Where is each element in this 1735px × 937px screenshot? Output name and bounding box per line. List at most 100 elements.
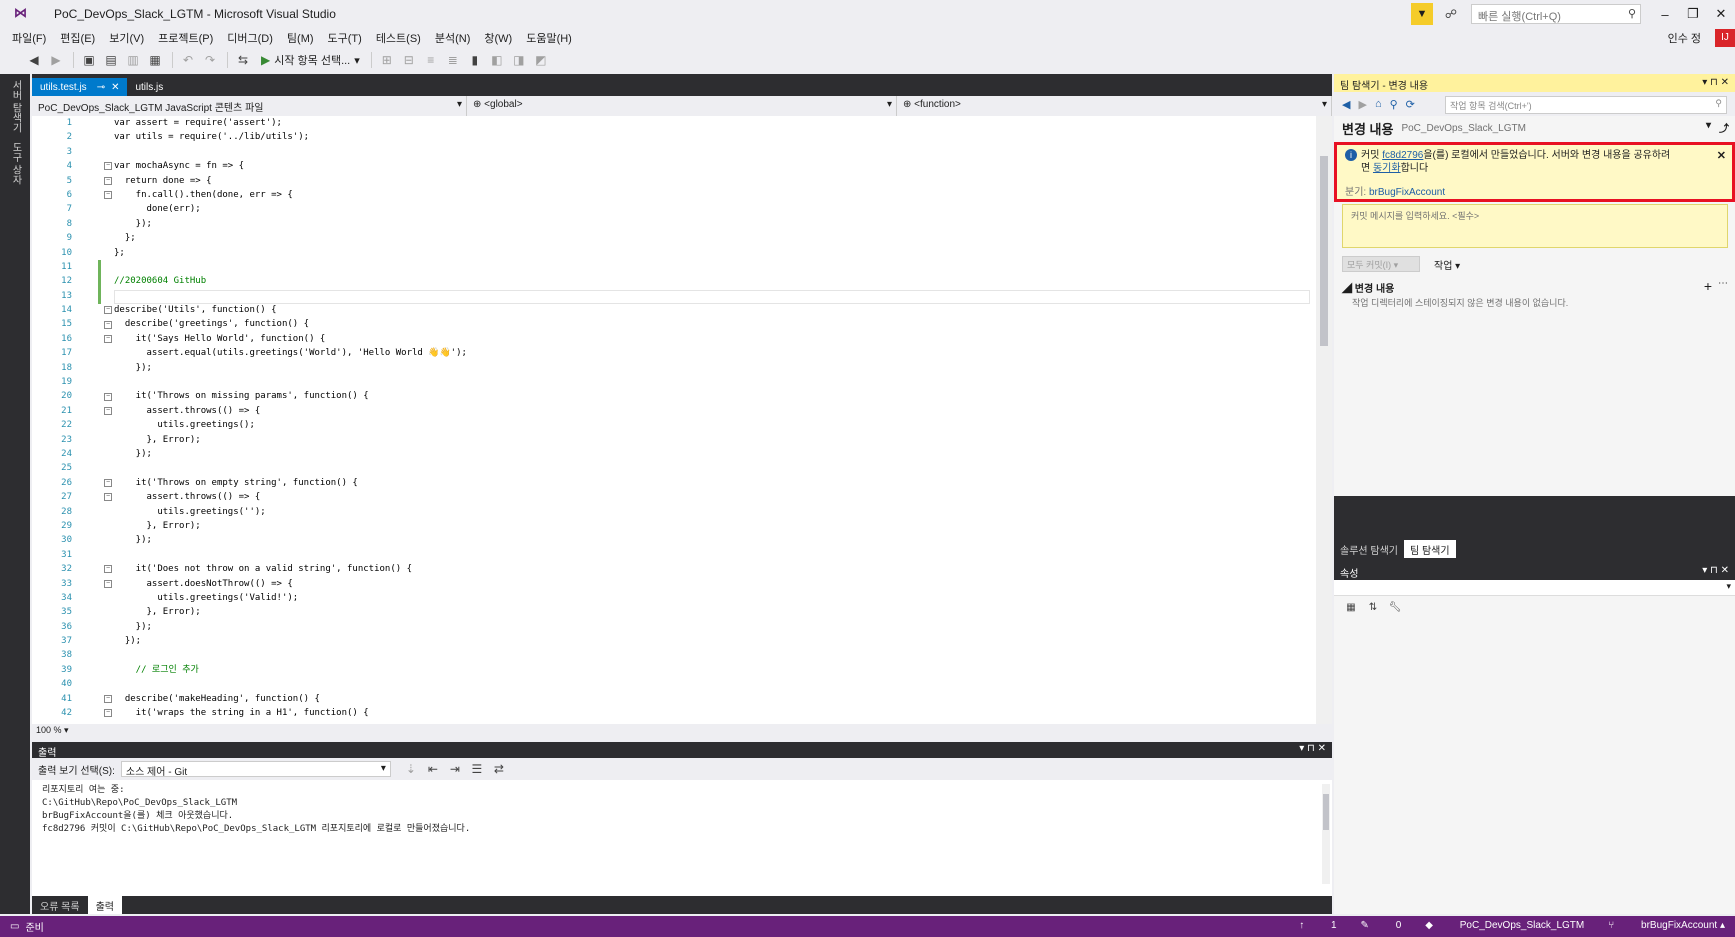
object-selector[interactable]: ▾ bbox=[1334, 580, 1735, 596]
quick-launch-input[interactable]: 빠른 실행(Ctrl+Q) ⚲ bbox=[1471, 4, 1641, 24]
fold-toggle-icon[interactable]: − bbox=[104, 695, 112, 703]
word-wrap-icon[interactable]: ⇄ bbox=[489, 760, 509, 778]
commit-link[interactable]: fc8d2796 bbox=[1382, 150, 1423, 161]
fold-toggle-icon[interactable]: − bbox=[104, 162, 112, 171]
more-icon[interactable]: ⋯ bbox=[1718, 278, 1728, 289]
pending-changes[interactable]: ✎ 0 bbox=[1361, 920, 1402, 931]
editor-scrollbar[interactable] bbox=[1316, 116, 1332, 724]
code-line[interactable]: utils.greetings(); bbox=[114, 418, 1314, 432]
fold-toggle-icon[interactable]: − bbox=[104, 335, 112, 343]
code-line[interactable]: assert.throws(() => { bbox=[114, 404, 1314, 418]
branch-selector[interactable]: ⑂ brBugFixAccount ▴ bbox=[1608, 920, 1725, 931]
window-controls[interactable]: ▾ ⊓ ✕ bbox=[1702, 565, 1729, 576]
code-line[interactable]: }, Error); bbox=[114, 519, 1314, 533]
code-line[interactable]: it('wraps the string in a H1', function(… bbox=[114, 706, 1314, 720]
scope-dropdown[interactable]: ⊕ <global> ▾ bbox=[467, 96, 897, 116]
unpushed-commits[interactable]: ↑ 1 bbox=[1299, 920, 1336, 931]
code-line[interactable] bbox=[114, 260, 1314, 274]
code-line[interactable]: it('Throws on empty string', function() … bbox=[114, 476, 1314, 490]
code-line[interactable]: it('Throws on missing params', function(… bbox=[114, 389, 1314, 403]
actions-dropdown[interactable]: 작업 ▾ bbox=[1434, 257, 1460, 272]
next-message-icon[interactable]: ⇥ bbox=[445, 760, 465, 778]
avatar[interactable]: IJ bbox=[1715, 29, 1735, 47]
prev-message-icon[interactable]: ⇤ bbox=[423, 760, 443, 778]
code-line[interactable] bbox=[114, 648, 1314, 662]
fold-toggle-icon[interactable]: − bbox=[104, 320, 112, 329]
restore-button[interactable]: ❐ bbox=[1679, 6, 1707, 22]
menu-debug[interactable]: 디버그(D) bbox=[227, 30, 273, 46]
output-source-dropdown[interactable]: 소스 제어 - Git ▾ bbox=[120, 761, 391, 778]
window-controls[interactable]: ▾ ⊓ ✕ bbox=[1702, 77, 1729, 88]
code-line[interactable] bbox=[114, 145, 1314, 159]
undo-icon[interactable]: ↶ bbox=[178, 51, 198, 69]
menu-tools[interactable]: 도구(T) bbox=[328, 30, 362, 46]
close-icon[interactable]: ✕ bbox=[1717, 149, 1726, 162]
commit-message-input[interactable]: 커밋 메시지를 입력하세요. <필수> bbox=[1342, 204, 1728, 248]
code-line[interactable]: describe('Utils', function() { bbox=[114, 303, 1314, 317]
repo-selector[interactable]: ◆ PoC_DevOps_Slack_LGTM bbox=[1425, 920, 1584, 931]
code-line[interactable]: // 로그인 추가 bbox=[114, 663, 1314, 677]
code-text[interactable]: var assert = require('assert'); var utils… bbox=[114, 116, 1314, 720]
code-line[interactable]: }; bbox=[114, 246, 1314, 260]
fold-toggle-icon[interactable]: − bbox=[104, 407, 112, 415]
code-area[interactable]: 1 2 3 4 5 6 7 8 9 10 11 12 13 14 15 16 17 18 19 20 21 22 23 24 2… bbox=[32, 116, 1332, 724]
code-line[interactable]: done(err); bbox=[114, 202, 1314, 216]
member-dropdown[interactable]: ⊕ <function> ▾ bbox=[897, 96, 1332, 116]
server-explorer-tab[interactable]: 서버 탐색기 bbox=[8, 80, 23, 133]
menu-analyze[interactable]: 분석(N) bbox=[435, 30, 471, 46]
open-file-icon[interactable]: ▤ bbox=[101, 51, 121, 69]
pin-icon[interactable]: ⊸ bbox=[97, 82, 105, 93]
tab-team-explorer[interactable]: 팀 탐색기 bbox=[1403, 540, 1456, 558]
code-line[interactable]: fn.call().then(done, err => { bbox=[114, 188, 1314, 202]
browser-link-icon[interactable]: ⇆ bbox=[233, 51, 253, 69]
output-scrollbar[interactable] bbox=[1322, 784, 1330, 884]
categorized-icon[interactable]: ▦ bbox=[1342, 602, 1360, 618]
code-line[interactable]: assert.equal(utils.greetings('World'), '… bbox=[114, 346, 1314, 360]
fold-toggle-icon[interactable]: − bbox=[104, 565, 112, 574]
close-window-button[interactable]: ✕ bbox=[1707, 6, 1735, 22]
fold-toggle-icon[interactable]: − bbox=[104, 479, 112, 487]
stage-all-icon[interactable]: + bbox=[1704, 278, 1712, 294]
start-button[interactable]: ▶ 시작 항목 선택... ▾ bbox=[261, 52, 360, 68]
forward-icon[interactable]: ▶ bbox=[46, 51, 66, 69]
project-dropdown[interactable]: PoC_DevOps_Slack_LGTM JavaScript 콘텐츠 파일 … bbox=[32, 96, 467, 116]
code-line[interactable]: }); bbox=[114, 447, 1314, 461]
code-line[interactable]: utils.greetings(''); bbox=[114, 505, 1314, 519]
fold-toggle-icon[interactable]: − bbox=[104, 392, 112, 401]
branch-link[interactable]: brBugFixAccount bbox=[1369, 187, 1445, 198]
menu-window[interactable]: 창(W) bbox=[484, 30, 512, 46]
menu-file[interactable]: 파일(F) bbox=[12, 30, 46, 46]
code-line[interactable] bbox=[114, 461, 1314, 475]
undock-icon[interactable]: ⤴ bbox=[1719, 120, 1729, 135]
code-line[interactable] bbox=[114, 289, 1314, 303]
window-controls[interactable]: ▾ ⊓ ✕ bbox=[1299, 743, 1326, 754]
clear-all-icon[interactable]: ☰ bbox=[467, 760, 487, 778]
code-line[interactable] bbox=[114, 548, 1314, 562]
close-icon[interactable]: ✕ bbox=[111, 82, 119, 93]
back-icon[interactable]: ◀ bbox=[24, 51, 44, 69]
tab-utils-js[interactable]: utils.js bbox=[127, 78, 171, 96]
tab-solution-explorer[interactable]: 솔루션 탐색기 bbox=[1334, 540, 1404, 558]
menu-edit[interactable]: 편집(E) bbox=[60, 30, 95, 46]
commit-all-button[interactable]: 모두 커밋(I) ▾ bbox=[1342, 256, 1420, 272]
code-line[interactable] bbox=[114, 375, 1314, 389]
back-icon[interactable]: ◀ bbox=[1342, 98, 1350, 111]
code-line[interactable]: return done => { bbox=[114, 174, 1314, 188]
property-pages-icon[interactable]: 🔧︎ bbox=[1386, 602, 1404, 618]
code-line[interactable]: utils.greetings('Valid!'); bbox=[114, 591, 1314, 605]
code-line[interactable]: }, Error); bbox=[114, 433, 1314, 447]
code-line[interactable]: }); bbox=[114, 361, 1314, 375]
sync-link[interactable]: 동기화 bbox=[1373, 163, 1401, 174]
code-line[interactable]: }, Error); bbox=[114, 605, 1314, 619]
code-line[interactable]: }); bbox=[114, 634, 1314, 648]
code-line[interactable]: }); bbox=[114, 620, 1314, 634]
prev-bookmark-icon[interactable]: ◧ bbox=[487, 51, 507, 69]
comment-icon[interactable]: ≡ bbox=[421, 51, 441, 69]
new-project-icon[interactable]: ▣ bbox=[79, 51, 99, 69]
menu-view[interactable]: 보기(V) bbox=[109, 30, 144, 46]
code-line[interactable]: describe('greetings', function() { bbox=[114, 317, 1314, 331]
home-icon[interactable]: ⌂ bbox=[1375, 98, 1382, 110]
code-line[interactable]: assert.doesNotThrow(() => { bbox=[114, 577, 1314, 591]
user-name[interactable]: 인수 정 bbox=[1668, 30, 1701, 46]
changes-section-header[interactable]: ◢ 변경 내용 + ⋯ bbox=[1342, 278, 1728, 295]
